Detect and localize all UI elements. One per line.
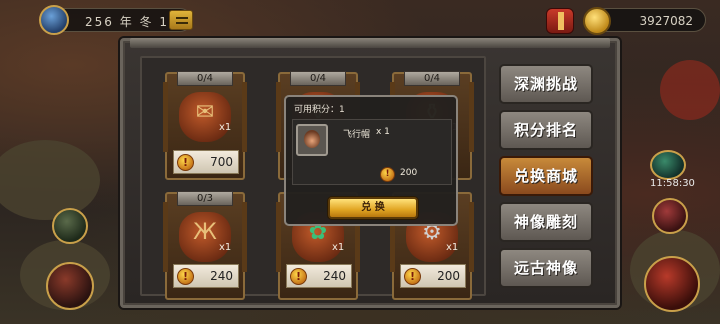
item-qty: x1: [332, 242, 345, 253]
sword-icon[interactable]: [644, 256, 700, 312]
gold-amount: 3927082: [639, 14, 693, 28]
hero-avatar-icon[interactable]: [46, 262, 94, 310]
battle-icon[interactable]: [652, 198, 688, 234]
gold-coin-icon: [583, 7, 611, 35]
popup-item-qty: x 1: [376, 127, 390, 137]
item-count: 0/3: [177, 191, 233, 206]
item-price: ! 240: [173, 264, 239, 288]
ally-icon[interactable]: [52, 208, 88, 244]
points-medal-icon: !: [177, 268, 194, 285]
menu-button[interactable]: [169, 10, 193, 30]
tab-abyss-challenge[interactable]: 深渊挑战: [499, 64, 593, 104]
item-card[interactable]: 0/4 ✉ x1 ! 700: [163, 71, 247, 180]
date-text: 256 年 冬 12: [85, 15, 179, 29]
item-price: ! 240: [286, 264, 352, 288]
item-price: ! 700: [173, 150, 239, 174]
item-card[interactable]: 0/3 Ж x1 ! 240: [163, 191, 247, 300]
item-qty: x1: [219, 122, 232, 133]
exchange-button[interactable]: 兑 换: [328, 197, 418, 219]
points-medal-icon: !: [404, 268, 421, 285]
exchange-popup: 可用积分：1 飞行帽 x 1 ! 200 兑 换: [284, 95, 458, 226]
tab-statue-carving[interactable]: 神像雕刻: [499, 202, 593, 242]
item-count: 0/4: [177, 71, 233, 86]
item-qty: x1: [219, 242, 232, 253]
popup-cost: 200: [400, 168, 418, 178]
points-medal-icon: !: [290, 268, 307, 285]
tab-points-ranking[interactable]: 积分排名: [499, 110, 593, 150]
panel-header-bar: [130, 38, 610, 48]
gold-display: 3927082: [583, 7, 706, 35]
points-medal-icon: !: [177, 154, 194, 171]
tab-exchange-shop[interactable]: 兑换商城: [499, 156, 593, 196]
points-medal-icon: !: [380, 167, 395, 182]
item-qty: x1: [446, 242, 459, 253]
flying-hat-icon: [296, 124, 328, 156]
item-glyph: ✉: [195, 100, 215, 125]
countdown-timer: 11:58:30: [650, 178, 695, 189]
gift-icon[interactable]: [546, 8, 574, 34]
item-price: ! 200: [400, 264, 466, 288]
available-points: 可用积分：1: [294, 105, 345, 115]
item-count: 0/4: [290, 71, 346, 86]
monster-icon[interactable]: [650, 150, 686, 180]
date-display: 256 年 冬 12: [39, 5, 193, 35]
shield-icon[interactable]: [39, 5, 69, 35]
popup-item-name: 飞行帽: [343, 130, 371, 140]
item-count: 0/4: [404, 71, 460, 86]
item-glyph: Ж: [193, 220, 217, 245]
tab-ancient-statue[interactable]: 远古神像: [499, 248, 593, 288]
